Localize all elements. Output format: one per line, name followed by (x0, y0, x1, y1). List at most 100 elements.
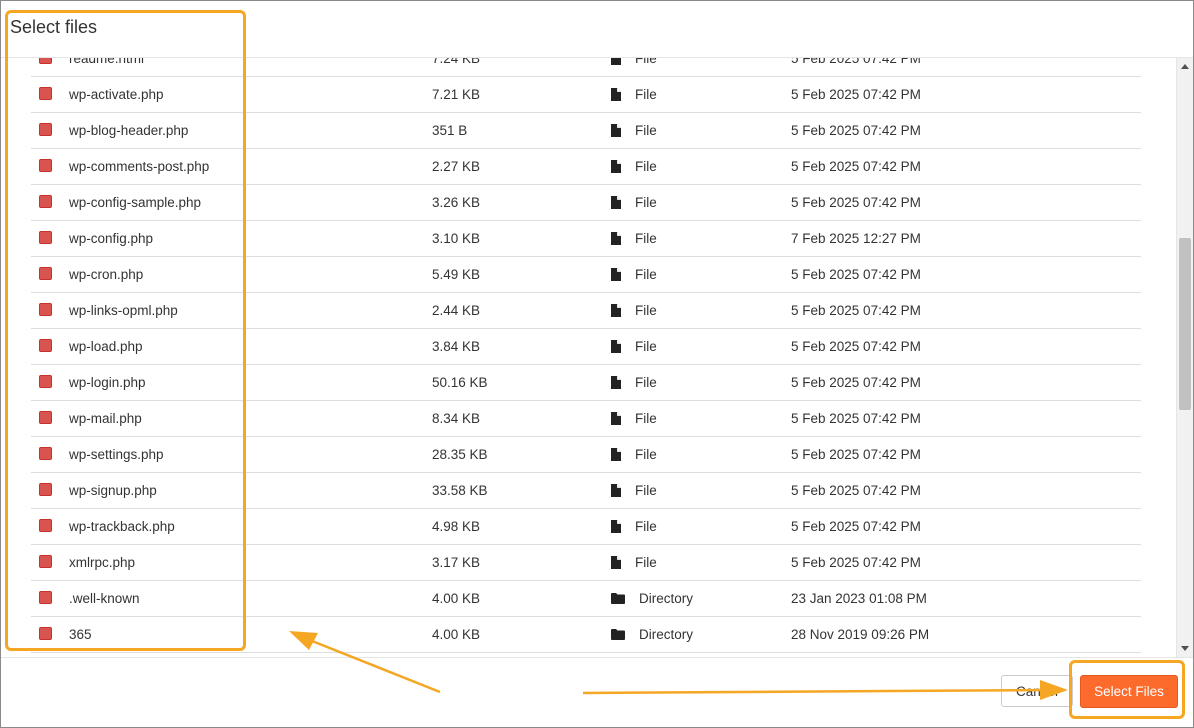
file-icon (611, 58, 627, 65)
file-size: 3.17 KB (432, 555, 481, 570)
file-row-12[interactable]: wp-signup.php 33.58 KB File 5 Feb 2025 0… (31, 473, 1141, 509)
file-row-13[interactable]: wp-trackback.php 4.98 KB File 5 Feb 2025… (31, 509, 1141, 545)
row-checkbox[interactable] (39, 555, 52, 568)
file-date: 5 Feb 2025 07:42 PM (791, 519, 921, 534)
file-type-cell: File (611, 221, 657, 256)
file-type: File (635, 195, 657, 210)
row-checkbox[interactable] (39, 159, 52, 172)
file-date: 5 Feb 2025 07:42 PM (791, 123, 921, 138)
file-row-2[interactable]: wp-blog-header.php 351 B File 5 Feb 2025… (31, 113, 1141, 149)
file-size: 3.84 KB (432, 339, 481, 354)
file-type-cell: File (611, 401, 657, 436)
file-type-cell: File (611, 113, 657, 148)
file-icon (611, 556, 627, 569)
file-name: wp-load.php (69, 339, 143, 354)
scroll-up-arrow-icon[interactable] (1181, 64, 1189, 69)
file-type-cell: Directory (611, 617, 693, 652)
file-name: readme.html (69, 58, 145, 66)
file-row-6[interactable]: wp-cron.php 5.49 KB File 5 Feb 2025 07:4… (31, 257, 1141, 293)
vertical-scrollbar[interactable] (1176, 58, 1193, 657)
file-icon (611, 88, 627, 101)
folder-icon (611, 629, 631, 640)
row-checkbox[interactable] (39, 195, 52, 208)
file-size: 4.98 KB (432, 519, 481, 534)
row-checkbox[interactable] (39, 123, 52, 136)
row-checkbox[interactable] (39, 483, 52, 496)
file-name: wp-mail.php (69, 411, 142, 426)
file-type-cell: File (611, 509, 657, 544)
file-name: wp-config-sample.php (69, 195, 202, 210)
row-checkbox[interactable] (39, 591, 52, 604)
file-name: wp-trackback.php (69, 519, 175, 534)
file-name: wp-signup.php (69, 483, 157, 498)
file-row-3[interactable]: wp-comments-post.php 2.27 KB File 5 Feb … (31, 149, 1141, 185)
row-checkbox[interactable] (39, 447, 52, 460)
file-row-15[interactable]: .well-known 4.00 KB Directory 23 Jan 202… (31, 581, 1141, 617)
row-checkbox[interactable] (39, 87, 52, 100)
row-checkbox[interactable] (39, 267, 52, 280)
file-name: wp-comments-post.php (69, 159, 210, 174)
file-size: 4.00 KB (432, 627, 481, 642)
row-checkbox[interactable] (39, 375, 52, 388)
file-type: File (635, 483, 657, 498)
file-size: 33.58 KB (432, 483, 488, 498)
file-type: File (635, 555, 657, 570)
file-name: wp-links-opml.php (69, 303, 178, 318)
file-row-0[interactable]: readme.html 7.24 KB File 5 Feb 2025 07:4… (31, 58, 1141, 77)
file-name: wp-cron.php (69, 267, 144, 282)
file-date: 5 Feb 2025 07:42 PM (791, 555, 921, 570)
file-row-4[interactable]: wp-config-sample.php 3.26 KB File 5 Feb … (31, 185, 1141, 221)
file-type-cell: File (611, 437, 657, 472)
file-size: 351 B (432, 123, 468, 138)
file-icon (611, 304, 627, 317)
file-size: 2.27 KB (432, 159, 481, 174)
file-size: 7.21 KB (432, 87, 481, 102)
file-row-7[interactable]: wp-links-opml.php 2.44 KB File 5 Feb 202… (31, 293, 1141, 329)
file-type: File (635, 159, 657, 174)
select-files-button[interactable]: Select Files (1080, 675, 1178, 708)
file-date: 23 Jan 2023 01:08 PM (791, 591, 927, 606)
row-checkbox[interactable] (39, 627, 52, 640)
scroll-down-arrow-icon[interactable] (1181, 646, 1189, 651)
file-row-11[interactable]: wp-settings.php 28.35 KB File 5 Feb 2025… (31, 437, 1141, 473)
dialog-header: Select files (1, 1, 1193, 58)
file-name: wp-settings.php (69, 447, 164, 462)
file-date: 5 Feb 2025 07:42 PM (791, 483, 921, 498)
row-checkbox[interactable] (39, 303, 52, 316)
file-date: 5 Feb 2025 07:42 PM (791, 159, 921, 174)
file-name: .well-known (69, 591, 140, 606)
file-type: File (635, 447, 657, 462)
file-size: 2.44 KB (432, 303, 481, 318)
file-size: 4.00 KB (432, 591, 481, 606)
file-type-cell: File (611, 77, 657, 112)
file-type: File (635, 303, 657, 318)
file-icon (611, 484, 627, 497)
file-row-10[interactable]: wp-mail.php 8.34 KB File 5 Feb 2025 07:4… (31, 401, 1141, 437)
cancel-button[interactable]: Cancel (1001, 675, 1073, 707)
file-row-5[interactable]: wp-config.php 3.10 KB File 7 Feb 2025 12… (31, 221, 1141, 257)
file-row-8[interactable]: wp-load.php 3.84 KB File 5 Feb 2025 07:4… (31, 329, 1141, 365)
dialog-title: Select files (10, 17, 98, 37)
file-name: wp-login.php (69, 375, 146, 390)
file-type-cell: Directory (611, 581, 693, 616)
file-row-1[interactable]: wp-activate.php 7.21 KB File 5 Feb 2025 … (31, 77, 1141, 113)
row-checkbox[interactable] (39, 411, 52, 424)
file-row-14[interactable]: xmlrpc.php 3.17 KB File 5 Feb 2025 07:42… (31, 545, 1141, 581)
file-type-cell: File (611, 545, 657, 580)
file-type: File (635, 375, 657, 390)
file-date: 5 Feb 2025 07:42 PM (791, 411, 921, 426)
file-row-9[interactable]: wp-login.php 50.16 KB File 5 Feb 2025 07… (31, 365, 1141, 401)
file-type-cell: File (611, 293, 657, 328)
file-size: 5.49 KB (432, 267, 481, 282)
file-icon (611, 376, 627, 389)
scrollbar-thumb[interactable] (1179, 238, 1191, 410)
row-checkbox[interactable] (39, 519, 52, 532)
row-checkbox[interactable] (39, 339, 52, 352)
file-name: xmlrpc.php (69, 555, 136, 570)
row-checkbox[interactable] (39, 231, 52, 244)
file-row-16[interactable]: 365 4.00 KB Directory 28 Nov 2019 09:26 … (31, 617, 1141, 653)
file-type: File (635, 87, 657, 102)
dialog-footer: Cancel Select Files (1, 657, 1193, 727)
row-checkbox[interactable] (39, 58, 52, 64)
file-icon (611, 412, 627, 425)
